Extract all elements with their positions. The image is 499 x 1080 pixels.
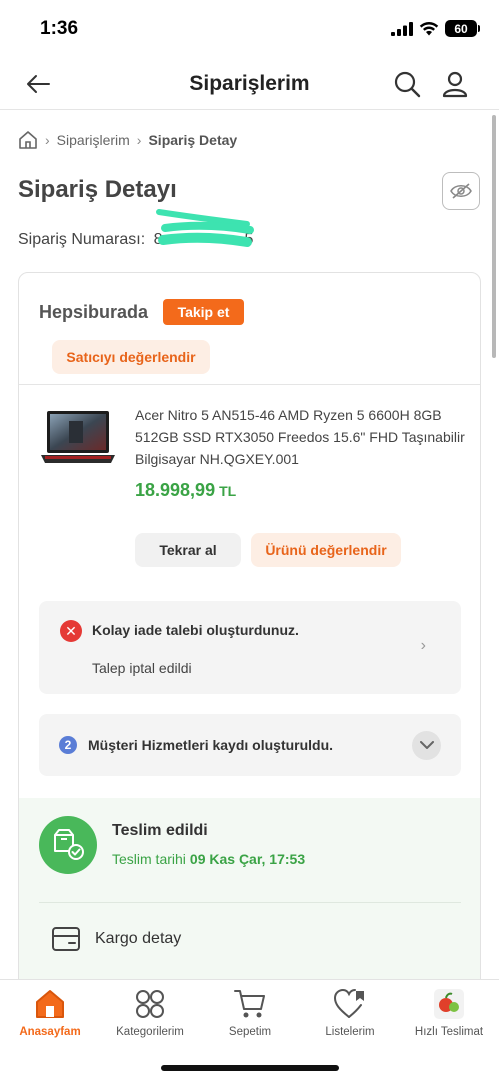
signal-icon bbox=[391, 21, 413, 36]
battery-icon: 60 bbox=[445, 20, 480, 37]
reorder-button[interactable]: Tekrar al bbox=[135, 533, 241, 567]
status-bar: 1:36 60 bbox=[0, 0, 499, 58]
error-x-icon: ✕ bbox=[60, 620, 82, 642]
product-price: 18.998,99 TL bbox=[135, 480, 236, 501]
return-request-card[interactable]: ✕ Kolay iade talebi oluşturdunuz. Talep … bbox=[39, 601, 461, 694]
follow-seller-button[interactable]: Takip et bbox=[163, 299, 244, 325]
tab-fast-delivery-label: Hızlı Teslimat bbox=[414, 1026, 484, 1038]
rate-product-button[interactable]: Ürünü değerlendir bbox=[251, 533, 401, 567]
breadcrumb-separator-icon: › bbox=[45, 132, 50, 148]
tab-cart[interactable]: Sepetim bbox=[200, 980, 300, 1050]
status-icons: 60 bbox=[391, 20, 480, 37]
wifi-icon bbox=[419, 21, 439, 36]
product-name-link[interactable]: Acer Nitro 5 AN515-46 AMD Ryzen 5 6600H … bbox=[135, 404, 465, 470]
heart-bookmark-icon bbox=[334, 988, 366, 1020]
home-icon bbox=[34, 988, 66, 1020]
redaction-scribble bbox=[156, 209, 254, 247]
divider bbox=[19, 384, 480, 385]
return-request-title: Kolay iade talebi oluşturdunuz. bbox=[92, 622, 299, 638]
grocery-icon bbox=[433, 988, 465, 1020]
order-number-label: Sipariş Numarası: bbox=[18, 231, 146, 248]
tab-categories-label: Kategorilerim bbox=[116, 1026, 184, 1038]
page-header-title: Siparişlerim bbox=[189, 72, 310, 95]
breadcrumb-current: Sipariş Detay bbox=[148, 132, 238, 148]
rate-seller-button[interactable]: Satıcıyı değerlendir bbox=[52, 340, 210, 374]
page-title: Sipariş Detayı bbox=[18, 176, 177, 203]
grid-circles-icon bbox=[134, 988, 166, 1020]
return-request-status: Talep iptal edildi bbox=[92, 660, 192, 676]
top-nav: Siparişlerim bbox=[0, 58, 499, 110]
seller-name: Hepsiburada bbox=[39, 302, 149, 322]
tab-lists-label: Listelerim bbox=[325, 1026, 375, 1038]
status-time: 1:36 bbox=[40, 18, 79, 39]
eye-off-icon bbox=[450, 183, 472, 199]
package-delivered-icon bbox=[39, 816, 97, 874]
hide-toggle-button[interactable] bbox=[442, 172, 480, 210]
cargo-detail-link[interactable]: Kargo detay bbox=[51, 926, 181, 952]
order-card: Hepsiburada Takip et Satıcıyı değerlendi… bbox=[18, 272, 481, 992]
home-breadcrumb-icon[interactable] bbox=[18, 130, 38, 150]
cargo-detail-label: Kargo detay bbox=[95, 930, 182, 947]
cart-icon bbox=[234, 988, 266, 1020]
breadcrumb-separator-icon: › bbox=[136, 132, 142, 148]
scrollbar[interactable] bbox=[492, 115, 496, 358]
product-price-value: 18.998,99 bbox=[135, 480, 216, 500]
breadcrumb: › Siparişlerim › Sipariş Detay bbox=[18, 130, 237, 150]
tab-home-label: Anasayfam bbox=[19, 1026, 81, 1038]
support-ticket-title: Müşteri Hizmetleri kaydı oluşturuldu. bbox=[88, 737, 334, 753]
delivery-date: Teslim tarihi 09 Kas Çar, 17:53 bbox=[112, 851, 305, 867]
delivery-date-value: 09 Kas Çar, 17:53 bbox=[189, 851, 306, 867]
home-indicator bbox=[161, 1065, 339, 1071]
breadcrumb-orders-link[interactable]: Siparişlerim bbox=[57, 132, 130, 148]
support-count-badge: 2 bbox=[59, 736, 77, 754]
product-price-currency: TL bbox=[219, 483, 237, 499]
support-ticket-card[interactable]: 2 Müşteri Hizmetleri kaydı oluşturuldu. bbox=[39, 714, 461, 776]
tab-fast-delivery[interactable]: Hızlı Teslimat bbox=[399, 980, 499, 1050]
battery-level: 60 bbox=[454, 21, 468, 36]
cargo-box-icon bbox=[52, 927, 80, 951]
tab-home[interactable]: Anasayfam bbox=[0, 980, 100, 1050]
delivery-section: Teslim edildi Teslim tarihi 09 Kas Çar, 1… bbox=[19, 798, 480, 991]
divider bbox=[39, 902, 461, 903]
user-icon[interactable] bbox=[441, 70, 469, 98]
delivery-status-title: Teslim edildi bbox=[112, 822, 208, 839]
tab-cart-label: Sepetim bbox=[228, 1026, 272, 1038]
tab-categories[interactable]: Kategorilerim bbox=[100, 980, 200, 1050]
bottom-tab-bar: Anasayfam Kategorilerim Sepetim Listeler… bbox=[0, 979, 499, 1080]
laptop-product-image[interactable] bbox=[39, 409, 117, 473]
chevron-right-icon: › bbox=[420, 637, 426, 654]
tab-lists[interactable]: Listelerim bbox=[300, 980, 400, 1050]
search-icon[interactable] bbox=[393, 70, 421, 98]
delivery-date-label: Teslim tarihi bbox=[112, 851, 186, 867]
chevron-down-icon[interactable] bbox=[412, 731, 441, 760]
